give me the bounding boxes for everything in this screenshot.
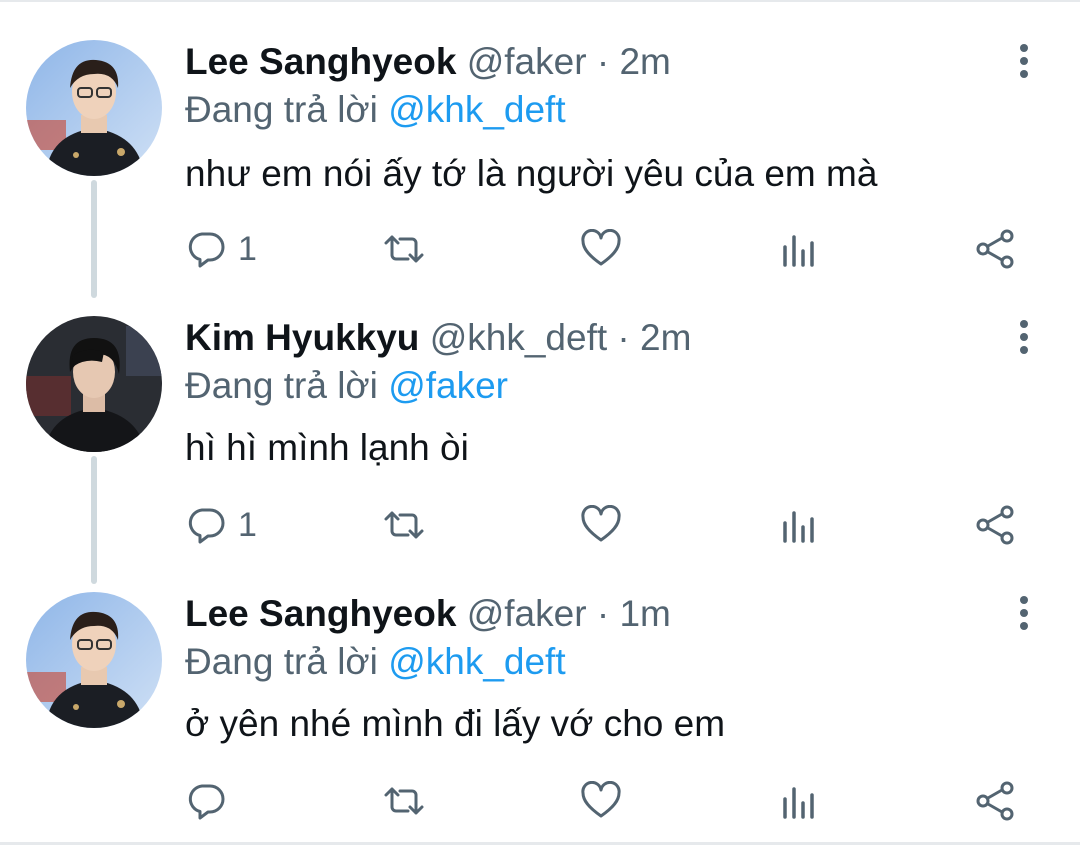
tweet-actions: 1: [0, 502, 1080, 548]
share-icon: [976, 505, 1014, 545]
replying-to: Đang trả lời @khk_deft: [185, 88, 566, 132]
replying-to: Đang trả lời @faker: [185, 364, 508, 408]
mention-link[interactable]: @khk_deft: [388, 89, 565, 130]
like-icon: [581, 229, 621, 266]
tweet[interactable]: Lee Sanghyeok @faker · 1m Đang trả lời @…: [0, 580, 1080, 842]
timestamp[interactable]: 1m: [619, 593, 670, 634]
analytics-icon: [783, 787, 814, 819]
user-avatar[interactable]: [26, 316, 162, 452]
user-handle[interactable]: @faker: [467, 593, 587, 634]
share-button[interactable]: [974, 502, 1016, 548]
retweet-button[interactable]: [382, 226, 426, 272]
replying-to: Đang trả lời @khk_deft: [185, 640, 566, 684]
tweet-header: Lee Sanghyeok @faker · 2m: [185, 40, 671, 84]
user-handle[interactable]: @khk_deft: [430, 317, 607, 358]
tweet-actions: [0, 778, 1080, 824]
like-button[interactable]: [580, 226, 622, 272]
timestamp[interactable]: 2m: [640, 317, 691, 358]
like-button[interactable]: [580, 502, 622, 548]
analytics-icon: [783, 235, 814, 267]
reply-prefix: Đang trả lời: [185, 89, 378, 130]
retweet-icon: [384, 787, 424, 815]
share-button[interactable]: [974, 226, 1016, 272]
reply-button[interactable]: [186, 778, 226, 824]
analytics-icon: [783, 511, 814, 543]
reply-icon: [188, 508, 225, 544]
tweet[interactable]: Lee Sanghyeok @faker · 2m Đang trả lời @…: [0, 0, 1080, 290]
share-icon: [976, 229, 1014, 269]
reply-icon: [188, 784, 225, 820]
mention-link[interactable]: @faker: [388, 365, 508, 406]
share-button[interactable]: [974, 778, 1016, 824]
like-icon: [581, 505, 621, 542]
tweet[interactable]: Kim Hyukkyu @khk_deft · 2m Đang trả lời …: [0, 290, 1080, 580]
tweet-header: Lee Sanghyeok @faker · 1m: [185, 592, 671, 636]
retweet-button[interactable]: [382, 778, 426, 824]
tweet-header: Kim Hyukkyu @khk_deft · 2m: [185, 316, 691, 360]
reply-prefix: Đang trả lời: [185, 641, 378, 682]
separator-dot: ·: [617, 317, 630, 358]
user-avatar[interactable]: [26, 40, 162, 176]
retweet-button[interactable]: [382, 502, 426, 548]
analytics-button[interactable]: [780, 226, 816, 272]
analytics-button[interactable]: [780, 502, 816, 548]
like-button[interactable]: [580, 778, 622, 824]
display-name[interactable]: Kim Hyukkyu: [185, 317, 419, 358]
separator-dot: ·: [596, 593, 610, 634]
reply-prefix: Đang trả lời: [185, 365, 378, 406]
display-name[interactable]: Lee Sanghyeok: [185, 593, 456, 634]
reply-button[interactable]: 1: [186, 502, 257, 548]
share-icon: [976, 781, 1014, 821]
retweet-icon: [384, 511, 424, 539]
user-avatar[interactable]: [26, 592, 162, 728]
timestamp[interactable]: 2m: [619, 41, 670, 82]
reply-count: 1: [238, 230, 257, 268]
tweet-text: ở yên nhé mình đi lấy vớ cho em: [185, 703, 726, 744]
user-handle[interactable]: @faker: [467, 41, 587, 82]
more-options-icon[interactable]: [1014, 320, 1034, 360]
reply-count: 1: [238, 506, 257, 544]
mention-link[interactable]: @khk_deft: [388, 641, 565, 682]
reply-icon: [188, 232, 225, 268]
tweet-actions: 1: [0, 226, 1080, 272]
more-options-icon[interactable]: [1014, 44, 1034, 84]
display-name[interactable]: Lee Sanghyeok: [185, 41, 456, 82]
tweet-text: như em nói ấy tớ là người yêu của em mà: [185, 153, 878, 194]
reply-button[interactable]: 1: [186, 226, 257, 272]
separator-dot: ·: [596, 41, 610, 82]
tweet-text: hì hì mình lạnh òi: [185, 427, 469, 468]
more-options-icon[interactable]: [1014, 596, 1034, 636]
analytics-button[interactable]: [780, 778, 816, 824]
retweet-icon: [384, 235, 424, 263]
like-icon: [581, 781, 621, 818]
